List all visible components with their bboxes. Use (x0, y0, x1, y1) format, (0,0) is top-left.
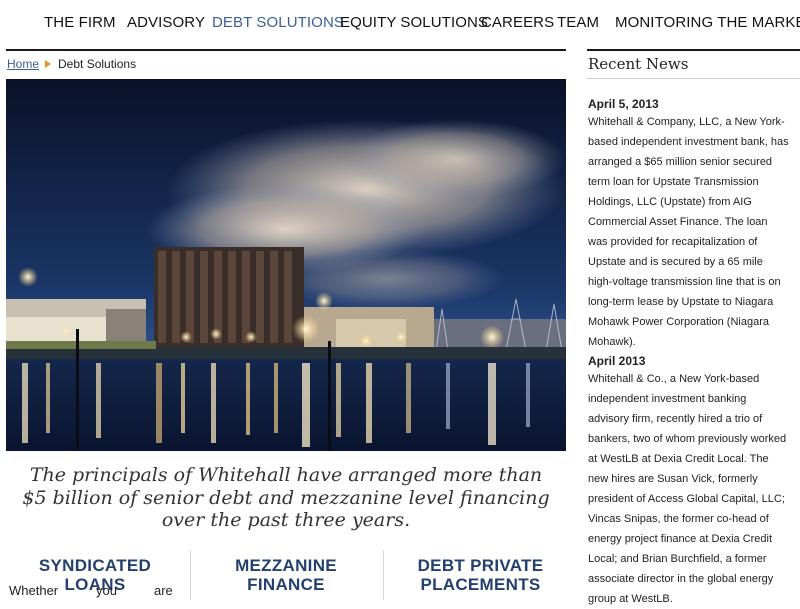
tagline-line: The principals of Whitehall have arrange… (29, 464, 543, 486)
news-item[interactable]: Whitehall & Company, LLC, a New York- ba… (588, 112, 800, 352)
news-line: energy project finance at Dexia Credit (588, 533, 773, 545)
news-line: was provided for recapitalization of (588, 236, 758, 248)
news-line: independent investment banking (588, 393, 747, 405)
nav-advisory[interactable]: ADVISORY (127, 14, 205, 31)
nav-monitoring-the-markets[interactable]: MONITORING THE MARKETS (615, 14, 800, 31)
tagline: The principals of Whitehall have arrange… (6, 464, 566, 532)
news-line: Local; and Brian Burchfield, a former (588, 553, 767, 565)
breadcrumb-home-link[interactable]: Home (7, 57, 39, 71)
nav-the-firm[interactable]: THE FIRM (44, 14, 116, 31)
nav-debt-solutions[interactable]: DEBT SOLUTIONS (212, 14, 344, 31)
breadcrumb-current: Debt Solutions (58, 57, 137, 71)
tagline-line: over the past three years. (161, 509, 411, 531)
news-line: at WestLB at Dexia Credit Local. The (588, 453, 769, 465)
news-line: high-voltage transmission line that is o… (588, 276, 781, 288)
news-line: based independent investment bank, has (588, 136, 789, 148)
recent-news-heading: Recent News (588, 55, 689, 73)
column-text-word: are (154, 583, 173, 598)
news-line: long-term lease by Upstate to Niagara (588, 296, 774, 308)
news-line: Mohawk Power Corporation (Niagara (588, 316, 769, 328)
news-line: term loan for Upstate Transmission (588, 176, 759, 188)
news-line: Commercial Asset Finance. The loan (588, 216, 768, 228)
news-date: April 5, 2013 (588, 97, 659, 111)
column-text-word: you (96, 583, 117, 598)
news-line: Holdings, LLC (Upstate) from AIG (588, 196, 752, 208)
main-nav: THE FIRM ADVISORY DEBT SOLUTIONS EQUITY … (0, 0, 800, 48)
mezzanine-finance-heading[interactable]: MEZZANINE FINANCE (190, 556, 382, 594)
nav-equity-solutions[interactable]: EQUITY SOLUTIONS (340, 14, 488, 31)
news-line: arranged a $65 million senior secured (588, 156, 773, 168)
news-line: Whitehall & Co., a New York-based (588, 373, 760, 385)
news-line: Vincas Snipas, the former co-head of (588, 513, 769, 525)
news-line: advisory firm, recently hired a trio of (588, 413, 763, 425)
column-title-line: DEBT PRIVATE (417, 556, 544, 575)
nav-team[interactable]: TEAM (557, 14, 599, 31)
header-divider-left (6, 49, 566, 51)
breadcrumb: Home Debt Solutions (7, 57, 136, 71)
nav-careers[interactable]: CAREERS (481, 14, 554, 31)
column-title-line: PLACEMENTS (420, 575, 541, 594)
news-divider (587, 78, 800, 79)
hero-image (6, 79, 566, 451)
news-line: new hires are Susan Vick, formerly (588, 473, 758, 485)
news-date: April 2013 (588, 354, 646, 368)
news-line: associate director in the global energy (588, 573, 774, 585)
news-line: Whitehall & Company, LLC, a New York- (588, 116, 785, 128)
news-line: bankers, two of whom previously worked (588, 433, 787, 445)
column-title-line: MEZZANINE (235, 556, 337, 575)
breadcrumb-arrow-icon (45, 60, 52, 68)
column-text-word: Whether (9, 583, 59, 598)
news-line: Mohawk). (588, 336, 636, 348)
column-title-line: FINANCE (247, 575, 325, 594)
news-line: president of Access Global Capital, LLC; (588, 493, 785, 505)
header-divider-right (587, 49, 800, 51)
news-item[interactable]: Whitehall & Co., a New York-based indepe… (588, 369, 800, 609)
news-line: group at WestLB. (588, 593, 673, 605)
tagline-line: $5 billion of senior debt and mezzanine … (22, 486, 550, 509)
news-line: Upstate and is secured by a 65 mile (588, 256, 763, 268)
debt-private-placements-heading[interactable]: DEBT PRIVATE PLACEMENTS (383, 556, 578, 594)
